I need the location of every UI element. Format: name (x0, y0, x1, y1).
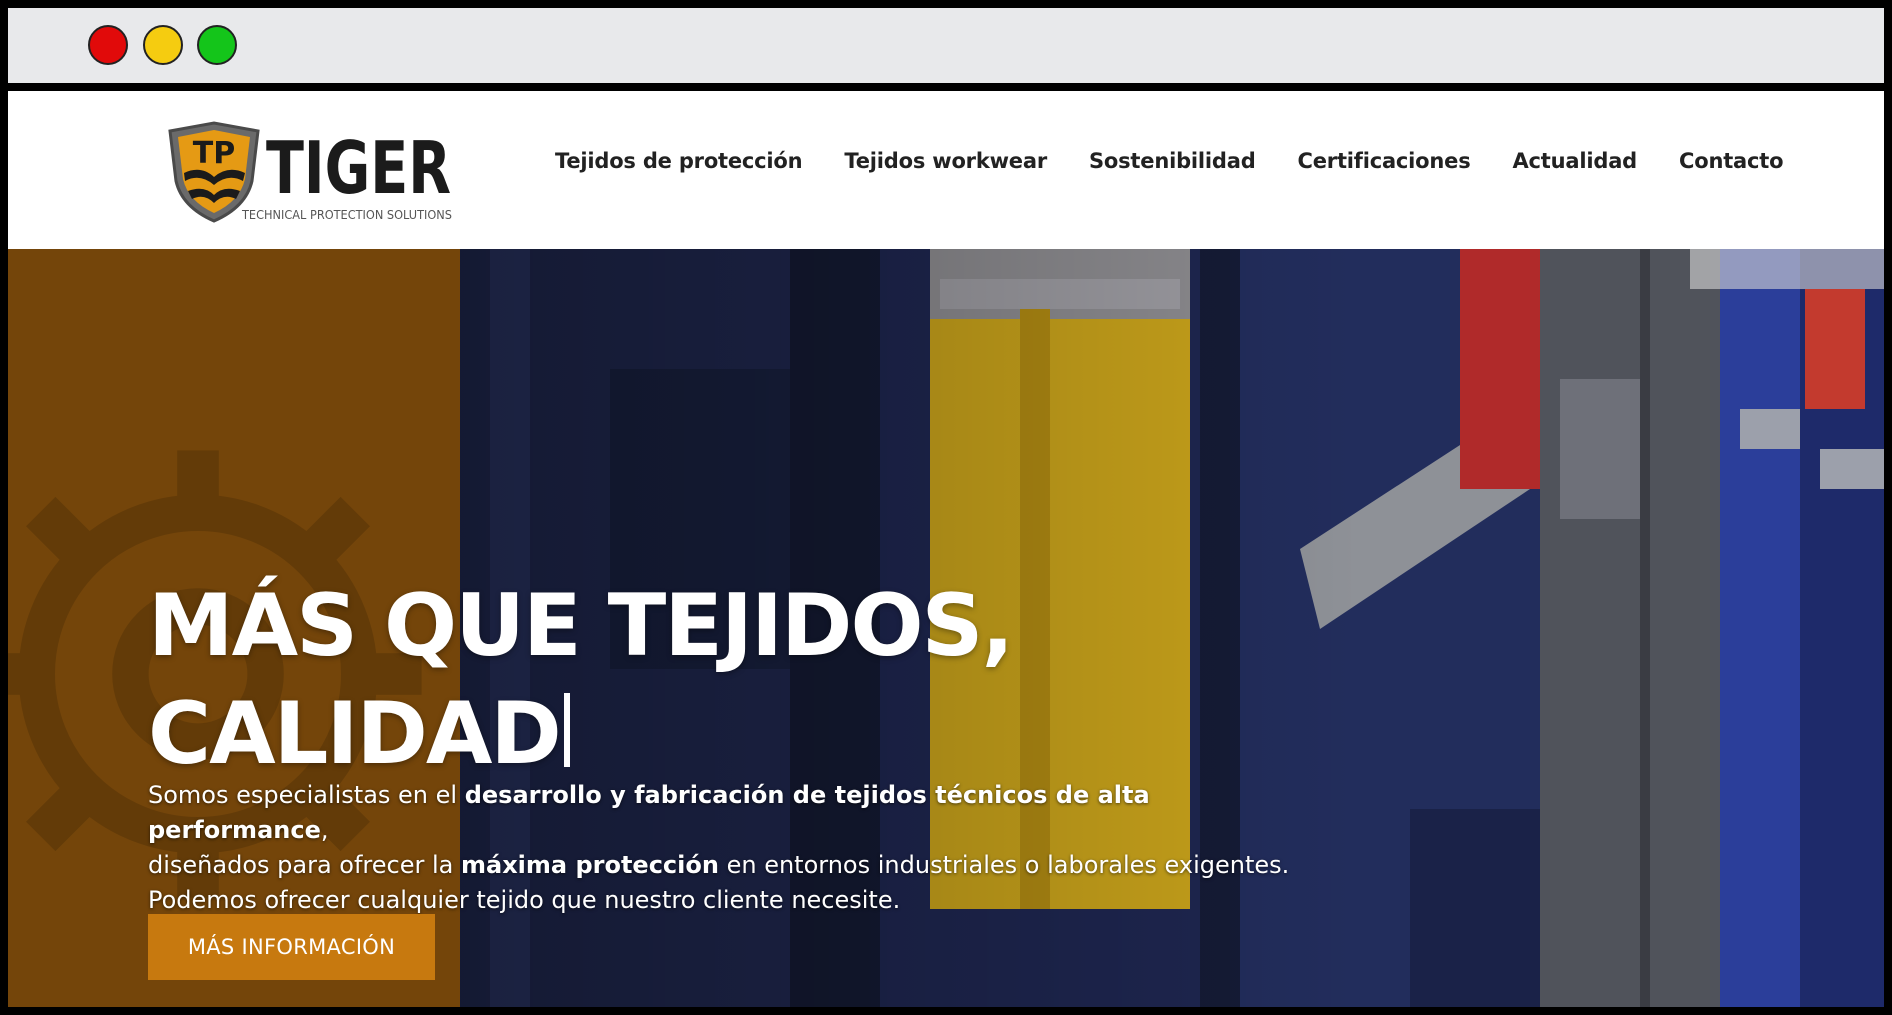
hero-desc-text-2: diseñados para ofrecer la (148, 851, 461, 879)
hero-desc-text-1-end: , (320, 816, 329, 844)
hero-headline-line2-wrap: CALIDAD (148, 680, 1048, 788)
hero-headline-line2: CALIDAD (148, 683, 562, 784)
logo-tagline-text: TECHNICAL PROTECTION SOLUTIONS (241, 208, 452, 222)
close-window-button[interactable] (88, 25, 128, 65)
logo-badge-text: TP (193, 136, 235, 171)
hero-headline-line1: MÁS QUE TEJIDOS, (148, 575, 1014, 676)
hero-desc-text-3: Podemos ofrecer cualquier tejido que nue… (148, 886, 901, 914)
maximize-window-button[interactable] (197, 25, 237, 65)
more-info-button[interactable]: MÁS INFORMACIÓN (148, 914, 435, 980)
tiger-logo[interactable]: TP TIGER TECHNICAL PROTECTION SOLUTIONS (166, 121, 456, 226)
hero-desc-text-2-end: en entornos industriales o laborales exi… (718, 851, 1290, 879)
browser-window: TP TIGER TECHNICAL PROTECTION SOLUTIONS … (8, 8, 1884, 1007)
main-navigation: Tejidos de protección Tejidos workwear S… (555, 149, 1784, 173)
typing-caret (563, 692, 570, 767)
logo-name-text: TIGER (266, 126, 451, 210)
nav-item-sostenibilidad[interactable]: Sostenibilidad (1089, 149, 1256, 173)
window-titlebar (8, 8, 1884, 91)
nav-item-actualidad[interactable]: Actualidad (1513, 149, 1638, 173)
hero-desc-text-1: Somos especialistas en el (148, 781, 465, 809)
hero-banner: MÁS QUE TEJIDOS, CALIDAD Somos especiali… (8, 249, 1884, 1007)
minimize-window-button[interactable] (143, 25, 183, 65)
nav-item-certificaciones[interactable]: Certificaciones (1298, 149, 1471, 173)
site-header: TP TIGER TECHNICAL PROTECTION SOLUTIONS … (8, 91, 1884, 249)
nav-item-tejidos-workwear[interactable]: Tejidos workwear (844, 149, 1047, 173)
nav-item-tejidos-proteccion[interactable]: Tejidos de protección (555, 149, 803, 173)
hero-desc-bold-2: máxima protección (460, 851, 719, 879)
hero-headline: MÁS QUE TEJIDOS, CALIDAD (148, 572, 1048, 788)
hero-description: Somos especialistas en el desarrollo y f… (148, 778, 1298, 918)
nav-item-contacto[interactable]: Contacto (1679, 149, 1784, 173)
